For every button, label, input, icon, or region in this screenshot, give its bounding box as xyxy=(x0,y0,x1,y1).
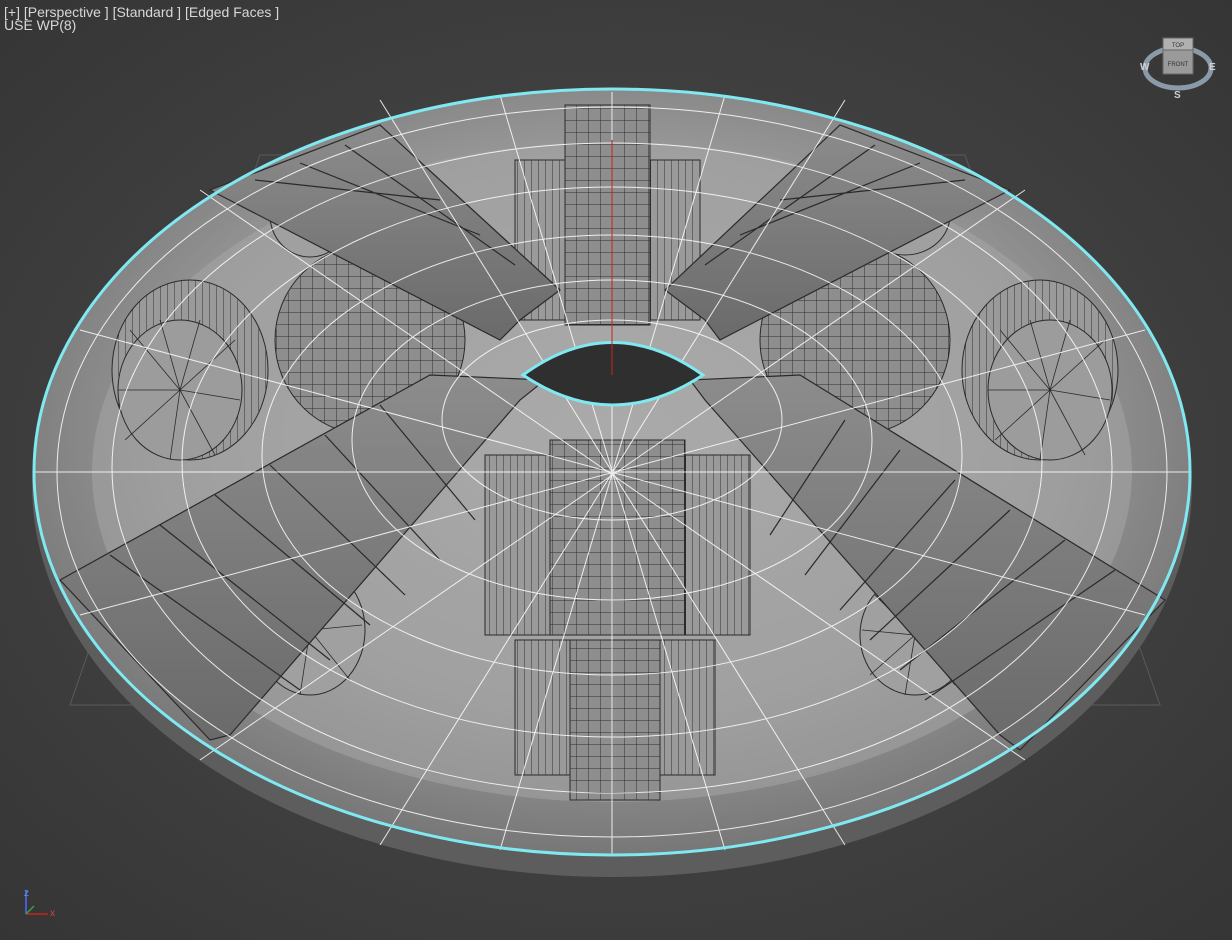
perspective-viewport[interactable]: [+] [Perspective ] [Standard ] [Edged Fa… xyxy=(0,0,1232,940)
compass-east[interactable]: E xyxy=(1209,62,1216,73)
viewport-display-menu[interactable]: [Edged Faces ] xyxy=(185,4,279,20)
tripod-y-axis xyxy=(25,905,35,915)
axis-tripod: z x xyxy=(16,884,66,920)
scene-canvas[interactable] xyxy=(0,0,1232,940)
compass-west[interactable]: W xyxy=(1140,62,1150,73)
tripod-x-label: x xyxy=(50,908,55,919)
viewcube[interactable]: TOP FRONT W E S xyxy=(1136,30,1222,102)
viewcube-top-face[interactable]: TOP xyxy=(1172,43,1184,49)
tripod-z-label: z xyxy=(24,888,29,899)
compass-south[interactable]: S xyxy=(1174,90,1181,101)
workplane-status: USE WP(8) xyxy=(4,17,77,33)
viewport-shading-menu[interactable]: [Standard ] xyxy=(113,4,182,20)
viewcube-front-face[interactable]: FRONT xyxy=(1168,62,1189,68)
